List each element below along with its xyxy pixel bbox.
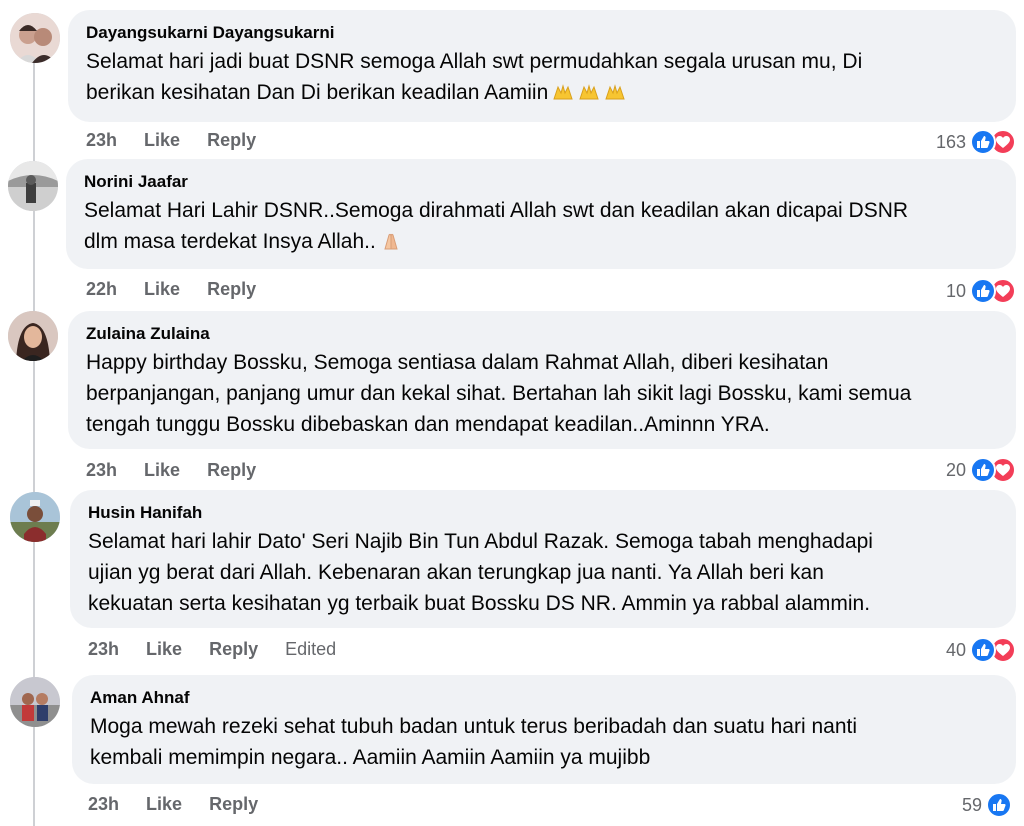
- reply-button[interactable]: Reply: [207, 130, 256, 151]
- comment-time[interactable]: 23h: [88, 639, 119, 660]
- comment-bubble: Dayangsukarni Dayangsukarni Selamat hari…: [68, 10, 1016, 122]
- comment-body: Selamat Hari Lahir DSNR..Semoga dirahmat…: [84, 199, 909, 253]
- reaction-count: 20: [945, 459, 966, 480]
- comment-text: Selamat Hari Lahir DSNR..Semoga dirahmat…: [84, 195, 998, 257]
- comment-author[interactable]: Husin Hanifah: [88, 502, 998, 524]
- reply-button[interactable]: Reply: [207, 460, 256, 481]
- reaction-count: 40: [945, 639, 966, 660]
- avatar[interactable]: [8, 311, 58, 361]
- edited-label: Edited: [285, 639, 337, 659]
- reaction-summary[interactable]: 163: [936, 128, 1016, 156]
- praying-hands-icon: [380, 232, 402, 250]
- comment-author[interactable]: Dayangsukarni Dayangsukarni: [86, 22, 998, 44]
- comment-bubble: Aman Ahnaf Moga mewah rezeki sehat tubuh…: [72, 675, 1016, 784]
- comment-time[interactable]: 23h: [86, 460, 117, 481]
- reaction-summary[interactable]: 59: [962, 791, 1012, 819]
- like-button[interactable]: Like: [144, 130, 180, 151]
- reply-button[interactable]: Reply: [207, 279, 256, 300]
- comment-author[interactable]: Aman Ahnaf: [90, 687, 998, 709]
- like-icon: [986, 792, 1012, 818]
- like-icon: [970, 457, 996, 483]
- reply-button[interactable]: Reply: [209, 639, 258, 660]
- reaction-summary[interactable]: 20: [946, 456, 1016, 484]
- like-button[interactable]: Like: [146, 794, 182, 815]
- avatar[interactable]: [10, 13, 60, 63]
- comment-author[interactable]: Zulaina Zulaina: [86, 323, 998, 345]
- comment-time[interactable]: 23h: [88, 794, 119, 815]
- comment-actions: 23h Like Reply: [88, 794, 280, 815]
- reaction-count: 10: [945, 280, 966, 301]
- comment-text: Selamat hari lahir Dato' Seri Najib Bin …: [88, 530, 873, 615]
- like-icon: [970, 278, 996, 304]
- comment-text: Happy birthday Bossku, Semoga sentiasa d…: [86, 351, 912, 436]
- reaction-summary[interactable]: 40: [946, 636, 1016, 664]
- like-icon: [970, 637, 996, 663]
- comment-actions: 23h Like Reply Edited: [88, 639, 358, 660]
- avatar[interactable]: [8, 161, 58, 211]
- comment-time[interactable]: 23h: [86, 130, 117, 151]
- avatar[interactable]: [10, 677, 60, 727]
- comment-author[interactable]: Norini Jaafar: [84, 171, 998, 193]
- reaction-summary[interactable]: 10: [946, 277, 1016, 305]
- reply-button[interactable]: Reply: [209, 794, 258, 815]
- reaction-count: 163: [935, 131, 966, 152]
- comment-body: Selamat hari jadi buat DSNR semoga Allah…: [86, 50, 863, 104]
- comment-text: Moga mewah rezeki sehat tubuh badan untu…: [90, 715, 858, 769]
- like-icon: [970, 129, 996, 155]
- like-button[interactable]: Like: [144, 460, 180, 481]
- raising-hands-icon: [552, 83, 574, 101]
- avatar[interactable]: [10, 492, 60, 542]
- comment-bubble: Norini Jaafar Selamat Hari Lahir DSNR..S…: [66, 159, 1016, 269]
- like-button[interactable]: Like: [144, 279, 180, 300]
- comment-text: Selamat hari jadi buat DSNR semoga Allah…: [86, 46, 998, 108]
- comment-bubble: Husin Hanifah Selamat hari lahir Dato' S…: [70, 490, 1016, 628]
- like-button[interactable]: Like: [146, 639, 182, 660]
- raising-hands-icon: [604, 83, 626, 101]
- comment-bubble: Zulaina Zulaina Happy birthday Bossku, S…: [68, 311, 1016, 449]
- comment-actions: 23h Like Reply: [86, 130, 278, 151]
- comment-actions: 23h Like Reply: [86, 460, 278, 481]
- comment-actions: 22h Like Reply: [86, 279, 278, 300]
- reaction-count: 59: [961, 794, 982, 815]
- comment-time[interactable]: 22h: [86, 279, 117, 300]
- raising-hands-icon: [578, 83, 600, 101]
